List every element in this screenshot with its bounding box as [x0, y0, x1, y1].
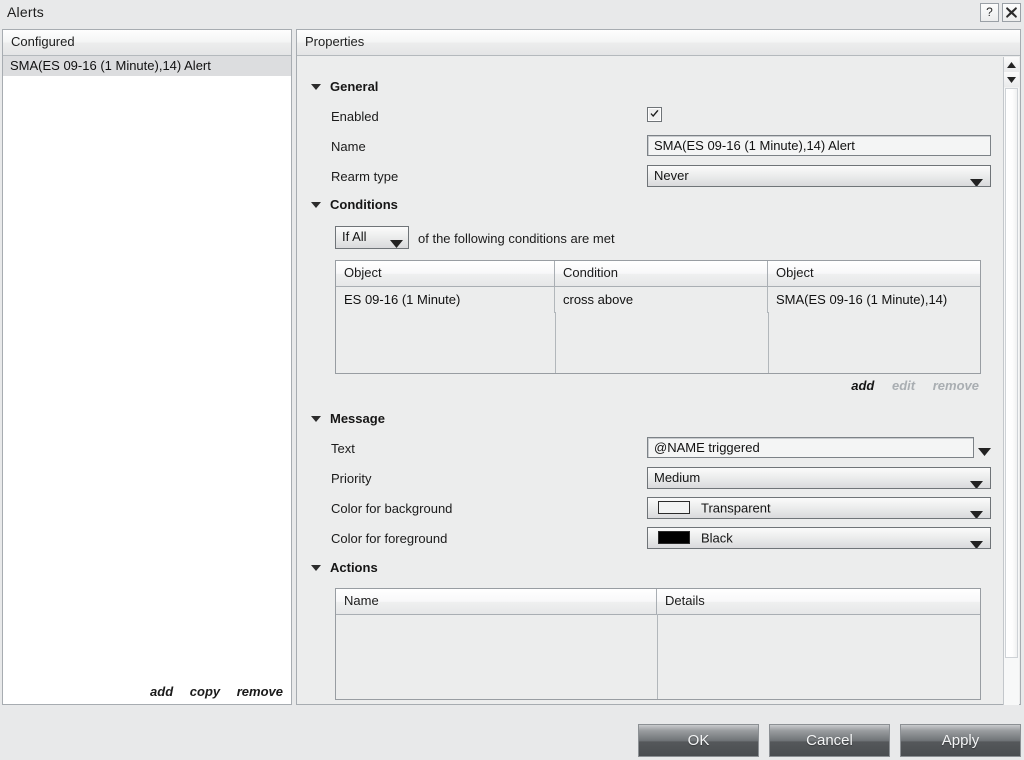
condition-operator: cross above	[555, 287, 768, 313]
properties-header-label: Properties	[305, 34, 364, 49]
section-message-label: Message	[330, 411, 385, 426]
section-conditions-label: Conditions	[330, 197, 398, 212]
chevron-down-icon[interactable]	[311, 565, 321, 571]
conditions-table-header: Object Condition Object	[336, 261, 980, 287]
column-divider	[657, 614, 658, 699]
dialog-footer: OK Cancel Apply	[0, 712, 1024, 760]
window-title: Alerts	[7, 4, 44, 20]
message-bg-color-select[interactable]: Transparent	[647, 497, 991, 519]
message-text-label: Text	[331, 441, 355, 456]
enabled-checkbox[interactable]	[647, 107, 662, 122]
message-fg-color-label: Color for foreground	[331, 531, 447, 546]
properties-scrollbar[interactable]	[1003, 57, 1019, 705]
rearm-type-value: Never	[654, 168, 689, 183]
condition-object-right: SMA(ES 09-16 (1 Minute),14)	[768, 287, 980, 313]
scrollbar-track[interactable]	[1004, 88, 1019, 705]
chevron-down-icon	[970, 173, 983, 187]
caret-up-icon	[1004, 62, 1019, 68]
chevron-down-icon	[978, 444, 991, 459]
name-label: Name	[331, 139, 366, 154]
column-divider	[768, 312, 769, 373]
scroll-down-button[interactable]	[1004, 72, 1019, 87]
list-copy-link[interactable]: copy	[190, 684, 220, 699]
configured-panel: Configured SMA(ES 09-16 (1 Minute),14) A…	[2, 29, 292, 705]
section-general[interactable]: General	[311, 79, 378, 94]
list-item[interactable]: SMA(ES 09-16 (1 Minute),14) Alert	[3, 56, 291, 76]
color-swatch-background	[658, 501, 690, 514]
configured-list[interactable]: SMA(ES 09-16 (1 Minute),14) Alert	[3, 56, 291, 704]
configured-header-label: Configured	[11, 34, 75, 49]
condition-remove-link[interactable]: remove	[933, 378, 979, 393]
list-add-link[interactable]: add	[150, 684, 173, 699]
dialog-body: Configured SMA(ES 09-16 (1 Minute),14) A…	[2, 29, 1021, 707]
condition-object-left: ES 09-16 (1 Minute)	[336, 287, 555, 313]
enabled-label: Enabled	[331, 109, 379, 124]
properties-panel-header: Properties	[297, 30, 1020, 56]
section-message[interactable]: Message	[311, 411, 385, 426]
apply-button[interactable]: Apply	[900, 724, 1021, 757]
message-bg-color-value: Transparent	[701, 501, 771, 516]
message-bg-color-label: Color for background	[331, 501, 452, 516]
section-general-label: General	[330, 79, 378, 94]
chevron-down-icon	[970, 475, 983, 489]
chevron-down-icon	[390, 234, 403, 249]
caret-down-icon	[1004, 77, 1019, 83]
conditions-col-object-right: Object	[768, 261, 980, 286]
list-remove-link[interactable]: remove	[237, 684, 283, 699]
section-conditions[interactable]: Conditions	[311, 197, 398, 212]
close-icon	[1003, 7, 1020, 18]
actions-table-header: Name Details	[336, 589, 980, 615]
conditions-table: Object Condition Object ES 09-16 (1 Minu…	[335, 260, 981, 374]
ok-button[interactable]: OK	[638, 724, 759, 757]
chevron-down-icon[interactable]	[311, 416, 321, 422]
section-actions[interactable]: Actions	[311, 560, 378, 575]
chevron-down-icon[interactable]	[311, 202, 321, 208]
message-priority-value: Medium	[654, 470, 700, 485]
condition-match-value: If All	[342, 229, 367, 244]
message-text-dropdown-button[interactable]	[978, 444, 991, 459]
properties-panel: Properties General Enabled Name SMA(ES 0…	[296, 29, 1021, 705]
name-input[interactable]: SMA(ES 09-16 (1 Minute),14) Alert	[647, 135, 991, 156]
condition-add-link[interactable]: add	[851, 378, 874, 393]
table-row[interactable]: ES 09-16 (1 Minute) cross above SMA(ES 0…	[336, 287, 980, 313]
scroll-up-button[interactable]	[1004, 57, 1019, 72]
condition-match-select[interactable]: If All	[335, 226, 409, 249]
color-swatch-foreground	[658, 531, 690, 544]
cancel-button[interactable]: Cancel	[769, 724, 890, 757]
actions-col-name: Name	[336, 589, 657, 614]
rearm-type-label: Rearm type	[331, 169, 398, 184]
chevron-down-icon	[970, 535, 983, 549]
message-priority-label: Priority	[331, 471, 371, 486]
conditions-actions: add edit remove	[837, 378, 979, 393]
properties-content: General Enabled Name SMA(ES 09-16 (1 Min…	[297, 56, 1020, 704]
message-text-input[interactable]: @NAME triggered	[647, 437, 974, 458]
conditions-col-object-left: Object	[336, 261, 555, 286]
actions-col-details: Details	[657, 589, 980, 614]
actions-table: Name Details	[335, 588, 981, 700]
configured-list-actions: add copy remove	[137, 684, 283, 699]
check-icon	[650, 110, 659, 119]
close-button[interactable]	[1002, 3, 1021, 22]
column-divider	[555, 312, 556, 373]
rearm-type-select[interactable]: Never	[647, 165, 991, 187]
conditions-col-condition: Condition	[555, 261, 768, 286]
chevron-down-icon	[970, 505, 983, 519]
section-actions-label: Actions	[330, 560, 378, 575]
title-bar: Alerts ?	[0, 0, 1024, 27]
help-button[interactable]: ?	[980, 3, 999, 22]
message-priority-select[interactable]: Medium	[647, 467, 991, 489]
scrollbar-thumb[interactable]	[1005, 88, 1018, 658]
condition-edit-link[interactable]: edit	[892, 378, 915, 393]
configured-panel-header: Configured	[3, 30, 291, 56]
message-fg-color-select[interactable]: Black	[647, 527, 991, 549]
condition-match-suffix: of the following conditions are met	[418, 231, 615, 246]
chevron-down-icon[interactable]	[311, 84, 321, 90]
message-fg-color-value: Black	[701, 531, 733, 546]
